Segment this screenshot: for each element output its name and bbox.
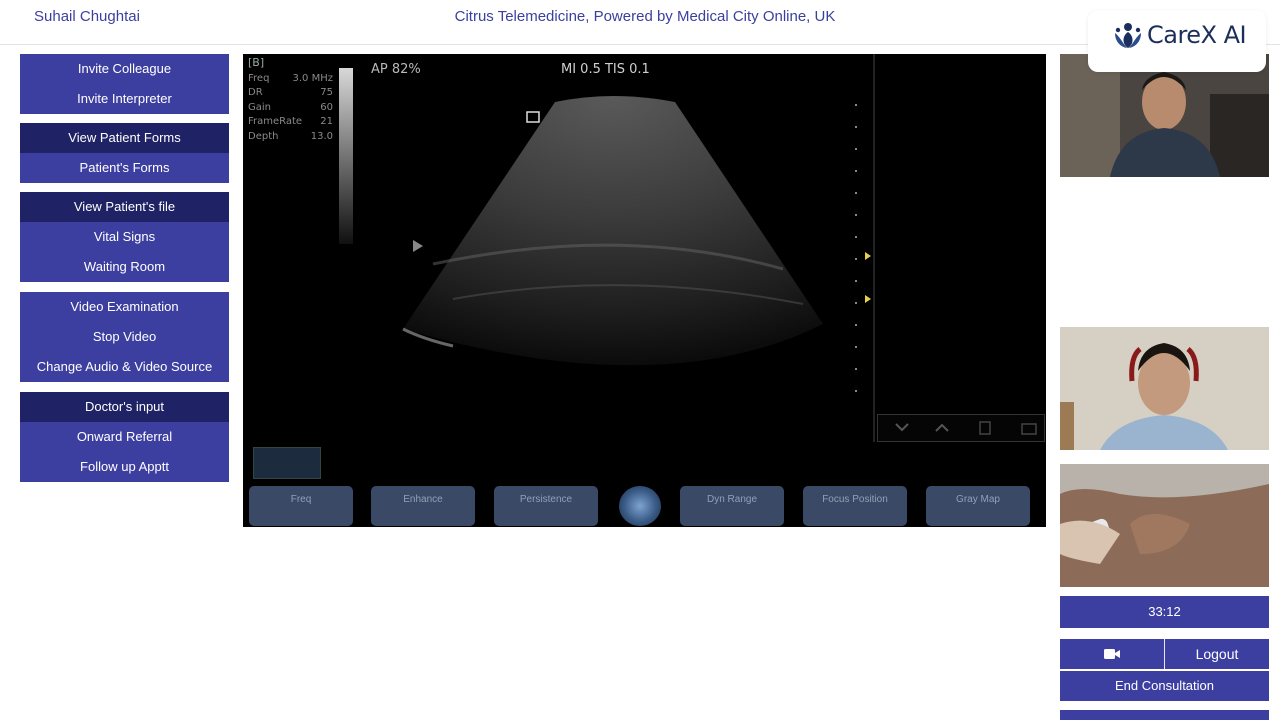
patients-forms-button[interactable]: Patient's Forms [20, 153, 229, 183]
participant-image [1060, 327, 1269, 450]
control-label: Dyn Range [706, 494, 758, 505]
param-value: 75 [320, 87, 333, 98]
menu-group-file: View Patient's file Vital Signs Waiting … [20, 192, 229, 282]
participant-video-2[interactable] [1060, 327, 1269, 450]
waiting-room-button[interactable]: Waiting Room [20, 252, 229, 282]
scanner-control-strip [877, 414, 1045, 442]
mi-tis-readout: MI 0.5 TIS 0.1 [561, 62, 650, 77]
gray-map-control: Gray Map [926, 486, 1030, 526]
grayscale-bar [339, 68, 353, 244]
view-patient-forms-header[interactable]: View Patient Forms [20, 123, 229, 153]
vital-signs-button[interactable]: Vital Signs [20, 222, 229, 252]
examination-video[interactable] [1060, 464, 1269, 587]
ap-readout: AP 82% [371, 62, 421, 77]
control-label: Freq [290, 494, 312, 505]
menu-group-video: Video Examination Stop Video Change Audi… [20, 292, 229, 382]
control-label: Persistence [519, 494, 573, 505]
participant-image [1060, 54, 1269, 177]
enhance-control: Enhance [371, 486, 475, 526]
control-label: Gray Map [956, 494, 1000, 505]
param-name: FrameRate [248, 116, 303, 127]
view-patient-file-header[interactable]: View Patient's file [20, 192, 229, 222]
scanner-round-button [619, 486, 661, 526]
param-name: Gain [248, 101, 271, 113]
param-name: Freq [248, 72, 270, 84]
control-label: Focus Position [822, 494, 888, 505]
scanner-small-button [253, 447, 321, 479]
menu-group-forms: View Patient Forms Patient's Forms [20, 123, 229, 183]
end-consultation-button[interactable]: End Consultation [1060, 671, 1269, 701]
camera-toggle-button[interactable] [1060, 639, 1165, 669]
menu-group-invite: Invite Colleague Invite Interpreter [20, 54, 229, 114]
invite-interpreter-button[interactable]: Invite Interpreter [20, 84, 229, 114]
invite-colleague-button[interactable]: Invite Colleague [20, 54, 229, 84]
param-value: 60 [320, 101, 333, 113]
examination-image [1060, 464, 1269, 587]
video-camera-icon [1104, 649, 1120, 659]
ultrasound-video[interactable]: [B] Freq 3.0 MHz DR 75 Gain 60 FrameRate 21 … [243, 54, 1046, 527]
onward-referral-button[interactable]: Onward Referral [20, 422, 229, 452]
scanner-control-icons [895, 421, 1037, 435]
freq-control: Freq [249, 486, 353, 526]
param-value: 21 [320, 116, 333, 127]
param-value: 13.0 [310, 130, 333, 142]
param-name: Depth [248, 130, 279, 142]
mode-label: [B] [248, 56, 265, 69]
param-name: DR [248, 87, 263, 98]
dyn-range-control: Dyn Range [680, 486, 784, 526]
lotus-logo-icon [1115, 23, 1141, 48]
param-value: 3.0 MHz [292, 72, 333, 84]
stop-video-button[interactable]: Stop Video [20, 322, 229, 352]
logout-button[interactable]: Logout [1165, 639, 1269, 669]
focus-position-control: Focus Position [803, 486, 907, 526]
change-av-source-button[interactable]: Change Audio & Video Source [20, 352, 229, 382]
carex-logo: CareX AI [1088, 10, 1266, 72]
divider [873, 54, 875, 442]
bottom-strip [1060, 710, 1269, 720]
persistence-control: Persistence [494, 486, 598, 526]
logo-text: CareX AI [1147, 21, 1247, 49]
menu-group-doctor: Doctor's input Onward Referral Follow up… [20, 392, 229, 482]
participant-video-1[interactable] [1060, 54, 1269, 177]
session-timer: 33:12 [1060, 596, 1269, 628]
video-examination-button[interactable]: Video Examination [20, 292, 229, 322]
doctors-input-header[interactable]: Doctor's input [20, 392, 229, 422]
ultrasound-image [402, 96, 871, 392]
follow-up-appt-button[interactable]: Follow up Apptt [20, 452, 229, 482]
control-label: Enhance [403, 494, 443, 505]
session-controls: Logout [1060, 639, 1269, 669]
ultrasound-params: [B] Freq 3.0 MHz DR 75 Gain 60 FrameRate 21 … [248, 56, 333, 144]
